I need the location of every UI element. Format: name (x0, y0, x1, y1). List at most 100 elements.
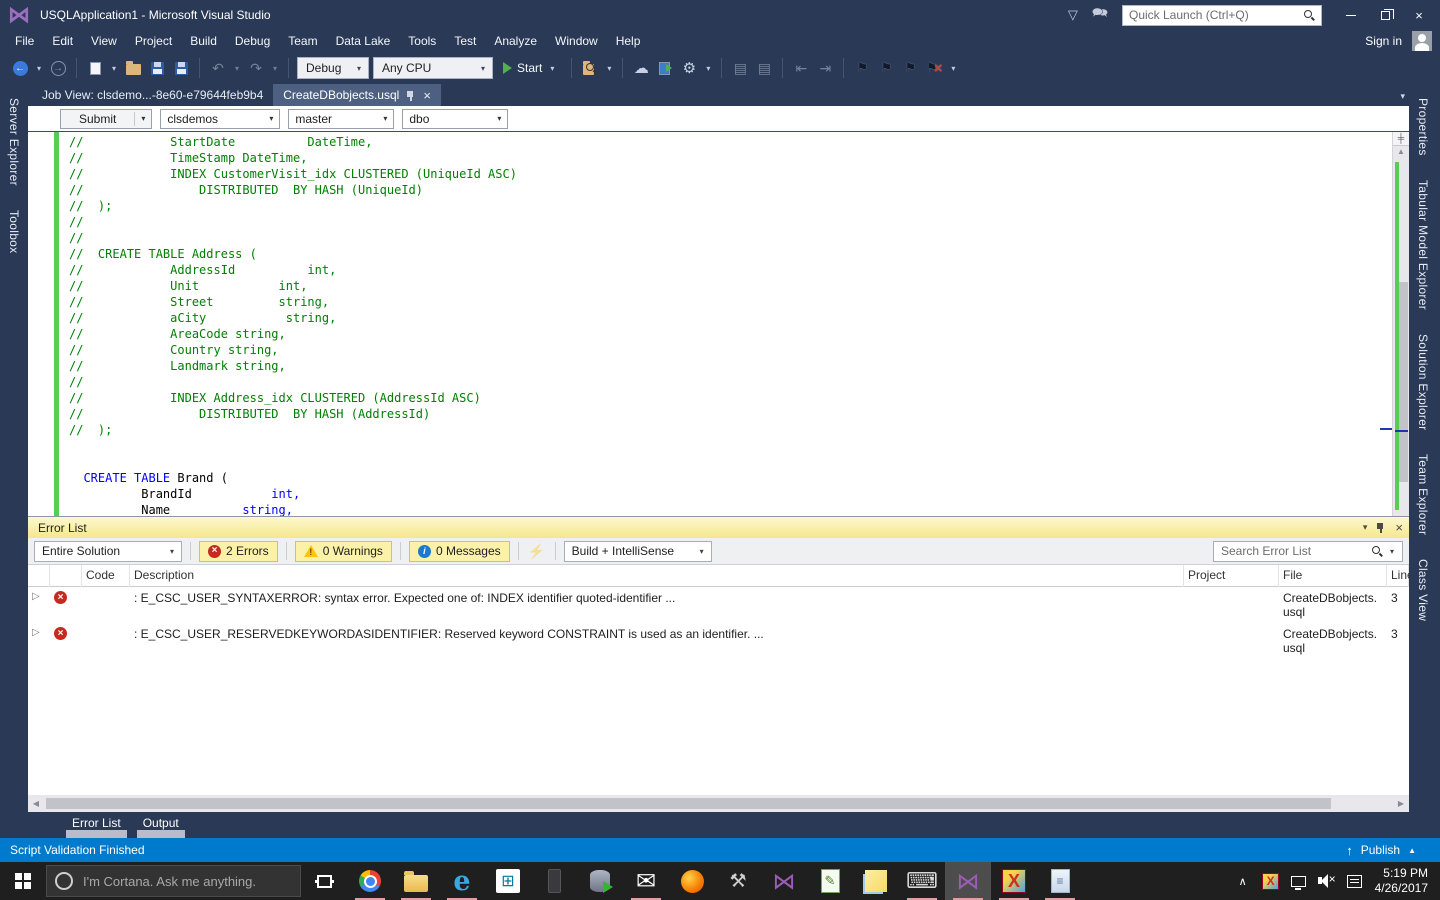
messages-filter-button[interactable]: i 0 Messages (408, 540, 510, 562)
menu-item[interactable]: Team (279, 31, 326, 51)
restore-button[interactable] (1370, 4, 1400, 26)
horizontal-scrollbar[interactable]: ◀ ▶ (28, 795, 1409, 812)
toolbar-overflow-dropdown[interactable]: ▾ (703, 64, 713, 73)
start-debug-button[interactable]: Start ▾ (497, 59, 563, 77)
close-button[interactable]: × (1404, 4, 1434, 26)
taskbar-clock[interactable]: 5:19 PM 4/26/2017 (1369, 866, 1440, 896)
auto-hide-pin-icon[interactable] (1376, 522, 1386, 533)
close-tab-icon[interactable]: × (423, 88, 431, 103)
menu-item[interactable]: Project (126, 31, 181, 51)
visual-studio-icon[interactable]: ⋈ (761, 862, 807, 900)
side-tab[interactable]: Server Explorer (7, 88, 21, 196)
column-code[interactable]: Code (82, 565, 130, 587)
tab-list-dropdown[interactable]: ▾ (1400, 91, 1405, 102)
notifications-flag-icon[interactable]: ▽ (1068, 7, 1078, 23)
action-center-icon[interactable] (1341, 862, 1369, 900)
side-tab[interactable]: Class View (1416, 549, 1430, 631)
sign-in-link[interactable]: Sign in (1365, 34, 1402, 48)
cortana-search-input[interactable]: I'm Cortana. Ask me anything. (46, 865, 301, 897)
xming-tray-icon[interactable]: X (1257, 862, 1285, 900)
navigate-back-dropdown[interactable]: ▾ (34, 64, 44, 73)
panel-tab[interactable]: Error List (62, 812, 131, 838)
menu-item[interactable]: Tools (399, 31, 445, 51)
navigate-back-icon[interactable]: ← (10, 57, 30, 79)
submit-script-icon[interactable] (655, 57, 675, 79)
publish-button[interactable]: ↑ Publish ▲ (1346, 843, 1430, 858)
scroll-left-icon[interactable]: ◀ (28, 799, 44, 808)
find-dropdown[interactable]: ▾ (604, 64, 614, 73)
menu-item[interactable]: Test (445, 31, 485, 51)
volume-muted-icon[interactable] (1313, 862, 1341, 900)
menu-item[interactable]: Analyze (485, 31, 546, 51)
window-position-dropdown[interactable]: ▾ (1363, 522, 1368, 533)
avatar[interactable] (1412, 31, 1432, 51)
undo-icon[interactable]: ↶ (208, 57, 228, 79)
tab-job-view[interactable]: Job View: clsdemo...-8e60-e79644feb9b4 (32, 84, 273, 106)
notepad-icon[interactable]: ≡ (1037, 862, 1083, 900)
find-in-files-icon[interactable] (580, 57, 600, 79)
solution-configuration-select[interactable]: Debug ▾ (297, 57, 369, 79)
side-tab[interactable]: Team Explorer (1416, 444, 1430, 545)
build-intellisense-select[interactable]: Build + IntelliSense ▾ (563, 540, 712, 562)
account-select[interactable]: clsdemos ▾ (160, 108, 281, 129)
visual-studio-active-icon[interactable]: ⋈ (945, 862, 991, 900)
redo-dropdown[interactable]: ▾ (270, 64, 280, 73)
firefox-icon[interactable] (669, 862, 715, 900)
tray-expand-icon[interactable]: ∧ (1229, 862, 1257, 900)
previous-bookmark-icon[interactable]: ⚑ (876, 57, 896, 79)
phone-icon[interactable] (531, 862, 577, 900)
store-icon[interactable]: ⊞ (485, 862, 531, 900)
navigate-forward-icon[interactable]: → (48, 57, 68, 79)
error-scope-select[interactable]: Entire Solution ▾ (34, 540, 182, 562)
tab-createdbobjects[interactable]: CreateDBobjects.usql × (273, 84, 441, 106)
menu-item[interactable]: Data Lake (327, 31, 400, 51)
start-button[interactable] (0, 862, 46, 900)
side-tab[interactable]: Toolbox (7, 200, 21, 263)
panel-tab[interactable]: Output (133, 812, 189, 838)
side-tab[interactable]: Tabular Model Explorer (1416, 170, 1430, 320)
data-lake-cloud-icon[interactable]: ☁ (631, 57, 651, 79)
menu-item[interactable]: Edit (43, 31, 82, 51)
menu-item[interactable]: Help (607, 31, 650, 51)
expand-row-icon[interactable]: ▷ (28, 587, 50, 606)
column-project[interactable]: Project (1184, 565, 1279, 587)
splitter-handle[interactable]: ╪ (1393, 132, 1409, 146)
file-explorer-icon[interactable] (393, 862, 439, 900)
schema-select[interactable]: dbo ▾ (402, 108, 509, 129)
menu-item[interactable]: Window (546, 31, 607, 51)
menu-item[interactable]: File (6, 31, 43, 51)
uncomment-icon[interactable]: ▤ (754, 57, 774, 79)
comment-icon[interactable]: ▤ (730, 57, 750, 79)
outdent-icon[interactable]: ⇤ (791, 57, 811, 79)
errors-filter-button[interactable]: × 2 Errors (199, 540, 278, 562)
undo-dropdown[interactable]: ▾ (232, 64, 242, 73)
clear-filter-icon[interactable]: ⚡ (527, 540, 547, 562)
mail-icon[interactable]: ✉ (623, 862, 669, 900)
column-description[interactable]: Description (130, 565, 1184, 587)
save-all-icon[interactable] (171, 57, 191, 79)
error-row[interactable]: ▷ × : E_CSC_USER_RESERVEDKEYWORDASIDENTI… (28, 623, 1409, 659)
send-feedback-icon[interactable]: 🗪 (1092, 4, 1108, 26)
edge-icon[interactable]: e (439, 862, 485, 900)
next-bookmark-icon[interactable]: ⚑ (900, 57, 920, 79)
menu-item[interactable]: View (82, 31, 126, 51)
close-panel-icon[interactable]: × (1395, 520, 1403, 535)
network-icon[interactable] (1285, 862, 1313, 900)
clear-bookmarks-icon[interactable]: ⚑ ✕ (924, 57, 944, 79)
code-editor[interactable]: // StartDate DateTime, // TimeStamp DateT… (28, 132, 1409, 516)
database-select[interactable]: master ▾ (288, 108, 395, 129)
new-file-dropdown[interactable]: ▾ (109, 64, 119, 73)
scroll-right-icon[interactable]: ▶ (1393, 799, 1409, 808)
bookmark-overflow-dropdown[interactable]: ▾ (948, 64, 958, 73)
sql-database-icon[interactable] (577, 862, 623, 900)
expand-row-icon[interactable]: ▷ (28, 623, 50, 642)
xming-icon[interactable]: X (991, 862, 1037, 900)
column-file[interactable]: File (1279, 565, 1387, 587)
open-file-icon[interactable] (123, 57, 143, 79)
scroll-up-icon[interactable]: ▲ (1397, 146, 1405, 158)
side-tab[interactable]: Properties (1416, 88, 1430, 166)
pin-tab-icon[interactable] (406, 90, 416, 101)
save-icon[interactable] (147, 57, 167, 79)
task-view-icon[interactable] (301, 862, 347, 900)
quick-launch-input[interactable]: Quick Launch (Ctrl+Q) (1122, 4, 1322, 26)
